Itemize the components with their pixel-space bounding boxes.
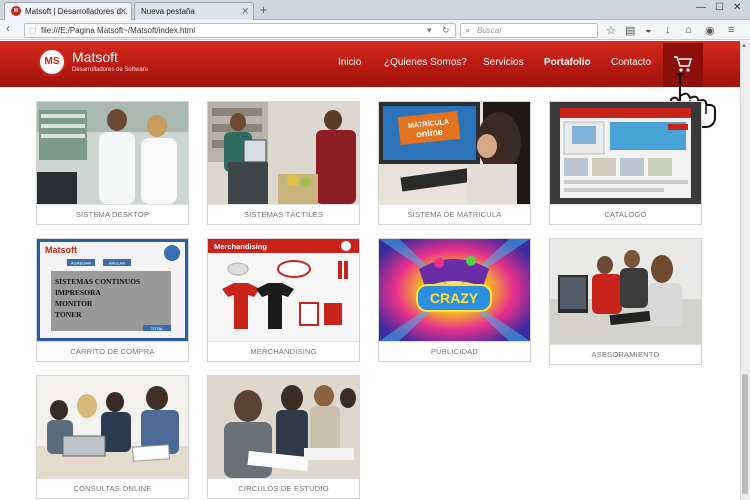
back-icon[interactable]: ‹: [6, 23, 10, 35]
inactive-tab-title: Nueva pestaña: [141, 7, 195, 16]
url-text: file:///E:/Pagina Matsoft~/Matsoft/index…: [41, 26, 196, 35]
catalogo-image: [550, 102, 701, 204]
portfolio-card-carrito-compra[interactable]: Matsoft AGREGAR ANULAR SISTEMAS CONTINUO…: [36, 238, 189, 362]
portfolio-caption: MERCHANDISING: [208, 341, 359, 361]
asesoramiento-image: [550, 239, 701, 344]
new-tab-icon[interactable]: +: [260, 3, 267, 17]
search-placeholder: Buscar: [477, 26, 502, 35]
browser-tab-active[interactable]: M Matsoft | Desarrolladores d... ✕: [4, 2, 132, 20]
chat-icon[interactable]: ◉: [705, 24, 715, 37]
nav-quienes-somos[interactable]: ¿Quienes Somos?: [384, 57, 467, 68]
nav-servicios[interactable]: Servicios: [483, 57, 524, 68]
sistema-desktop-image: [37, 102, 188, 204]
close-window-icon[interactable]: ✕: [733, 2, 741, 13]
merch-title-text: Merchandising: [214, 242, 267, 251]
cart-cancel-text: ANULAR: [109, 261, 125, 266]
portfolio-caption: SISTEMA DE MATRICULA: [379, 204, 530, 224]
bookmark-star-icon[interactable]: ☆: [606, 24, 616, 37]
portfolio-card-merchandising[interactable]: Merchandising MERCHANDISING: [207, 238, 360, 362]
sistemas-tactiles-image: [208, 102, 359, 204]
portfolio-caption: ASESORAMIENTO: [550, 344, 701, 364]
site-logo[interactable]: MS: [38, 48, 66, 76]
publicidad-text: CRAZY: [430, 290, 479, 306]
merchandising-image: Merchandising: [208, 239, 359, 341]
search-icon: ⌕: [465, 25, 471, 35]
reading-list-icon[interactable]: ▤: [625, 24, 635, 37]
portfolio-card-sistemas-tactiles[interactable]: SISTEMAS TÁCTILES: [207, 101, 360, 225]
sistema-matricula-image: MATRÍCULA online: [379, 102, 530, 204]
consultas-online-image: [37, 376, 188, 478]
site-favicon-icon: M: [11, 6, 21, 16]
reload-icon[interactable]: ↻: [442, 25, 450, 36]
portfolio-card-asesoramiento[interactable]: ASESORAMIENTO: [549, 238, 702, 365]
pocket-icon[interactable]: ◒: [645, 24, 652, 36]
minimize-icon[interactable]: —: [696, 2, 706, 13]
portfolio-card-catalogo[interactable]: CATALOGO: [549, 101, 702, 225]
portfolio-card-circulos-estudio[interactable]: CIRCULOS DE ESTUDIO: [207, 375, 360, 499]
cart-line-2: IMPRESORA: [55, 288, 101, 297]
scroll-up-icon[interactable]: ▲: [741, 43, 747, 49]
brand-name: Matsoft: [72, 49, 118, 65]
scrollbar-thumb[interactable]: [742, 374, 748, 494]
portfolio-card-sistema-desktop[interactable]: SISTEMA DESKTOP: [36, 101, 189, 225]
portfolio-card-consultas-online[interactable]: CONSULTAS ONLINE: [36, 375, 189, 499]
search-input[interactable]: ⌕ Buscar: [460, 23, 598, 38]
maximize-icon[interactable]: ☐: [715, 2, 724, 13]
download-icon[interactable]: ↓: [665, 24, 671, 36]
browser-nav-bar: ‹ ⬚ file:///E:/Pagina Matsoft~/Matsoft/i…: [0, 20, 750, 40]
portfolio-caption: CARRITO DE COMPRA: [37, 341, 188, 361]
menu-icon[interactable]: ≡: [728, 24, 734, 36]
portfolio-card-publicidad[interactable]: CRAZY PUBLICIDAD: [378, 238, 531, 362]
page-icon: ⬚: [29, 26, 37, 35]
cart-total-text: TOTAL: [151, 326, 164, 331]
brand-tagline: Desarrolladores de Software: [72, 67, 149, 73]
portfolio-caption: SISTEMAS TÁCTILES: [208, 204, 359, 224]
browser-tab-new[interactable]: Nueva pestaña ✕: [134, 2, 254, 20]
nav-contacto[interactable]: Contacto: [611, 57, 651, 68]
portfolio-caption: CONSULTAS ONLINE: [37, 478, 188, 498]
dropdown-icon[interactable]: ▾: [427, 25, 432, 36]
close-tab-icon[interactable]: ✕: [119, 6, 127, 17]
site-header: MS Matsoft Desarrolladores de Software I…: [0, 41, 740, 87]
home-icon[interactable]: ⌂: [685, 24, 692, 36]
active-tab-title: Matsoft | Desarrolladores d...: [25, 7, 128, 16]
portfolio-caption: PUBLICIDAD: [379, 341, 530, 361]
cart-line-1: SISTEMAS CONTINUOS: [55, 277, 140, 286]
nav-inicio[interactable]: Inicio: [338, 57, 361, 68]
publicidad-image: CRAZY: [379, 239, 530, 341]
url-bar[interactable]: ⬚ file:///E:/Pagina Matsoft~/Matsoft/ind…: [24, 23, 456, 38]
portfolio-caption: SISTEMA DESKTOP: [37, 204, 188, 224]
close-tab-icon[interactable]: ✕: [241, 6, 249, 17]
cart-add-text: AGREGAR: [71, 261, 91, 266]
cart-brand-text: Matsoft: [45, 245, 77, 255]
portfolio-caption: CATALOGO: [550, 204, 701, 224]
circulos-estudio-image: [208, 376, 359, 478]
nav-portafolio[interactable]: Portafolio: [544, 57, 591, 68]
browser-tab-bar: M Matsoft | Desarrolladores d... ✕ Nueva…: [0, 0, 750, 20]
carrito-compra-image: Matsoft AGREGAR ANULAR SISTEMAS CONTINUO…: [37, 239, 188, 341]
portfolio-card-sistema-matricula[interactable]: MATRÍCULA online SISTEMA DE MATRICULA: [378, 101, 531, 225]
portfolio-caption: CIRCULOS DE ESTUDIO: [208, 478, 359, 498]
cart-line-4: TONER: [55, 310, 82, 319]
cart-line-3: MONITOR: [55, 299, 93, 308]
